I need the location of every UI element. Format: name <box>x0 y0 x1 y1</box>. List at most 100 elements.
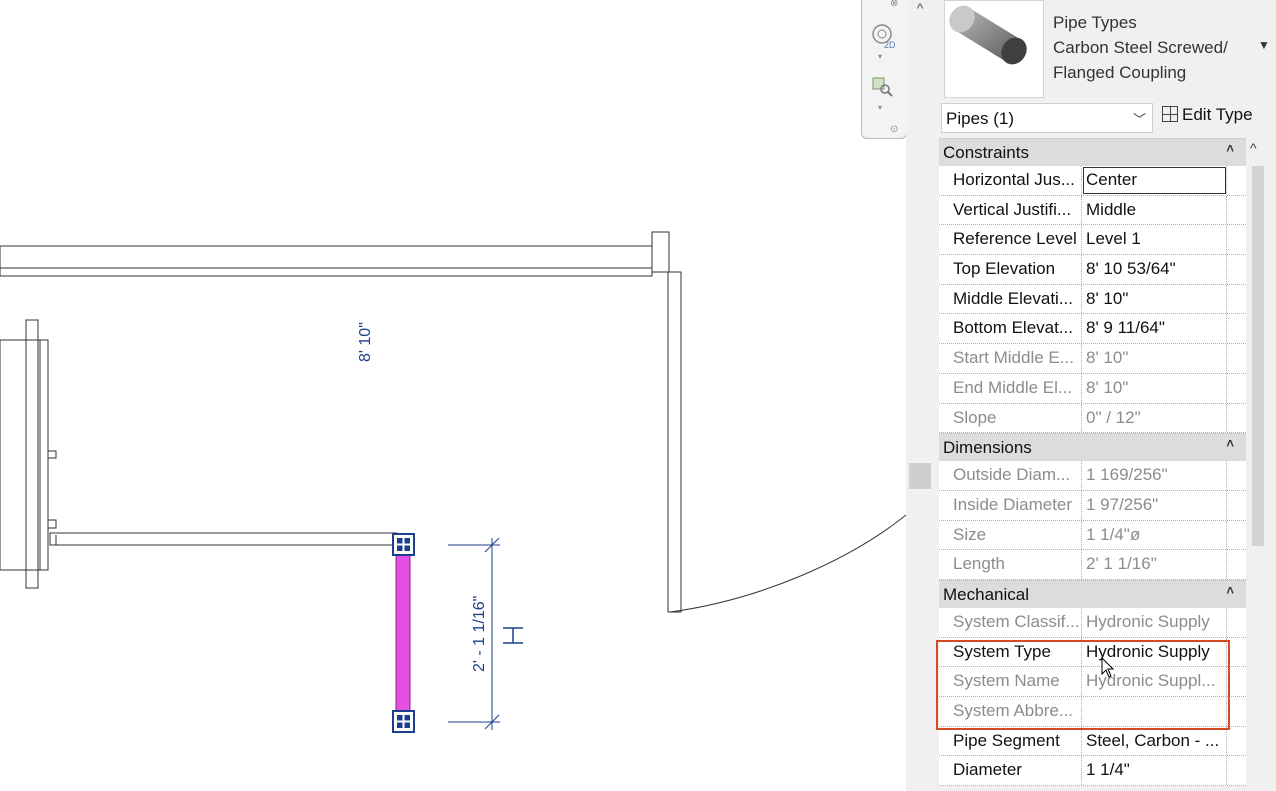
drawing-canvas[interactable]: 2' - 1 1/16" 8' 10" <box>0 0 906 791</box>
property-row[interactable]: Slope 0" / 12" <box>939 403 1246 434</box>
property-value[interactable]: Steel, Carbon - ... <box>1082 726 1227 756</box>
selected-pipe[interactable] <box>395 552 411 714</box>
property-value: 8' 10" <box>1082 373 1227 403</box>
property-name: End Middle El... <box>939 373 1082 403</box>
property-name: System Abbre... <box>939 697 1082 726</box>
property-name: Horizontal Jus... <box>939 166 1082 195</box>
property-name: Diameter <box>939 756 1082 786</box>
plan-view[interactable]: 2' - 1 1/16" 8' 10" <box>0 0 906 791</box>
pipe-type-thumbnail <box>944 0 1044 98</box>
property-value[interactable]: Level 1 <box>1082 225 1227 255</box>
property-name: System Name <box>939 667 1082 696</box>
property-name: Size <box>939 520 1082 550</box>
property-name: Slope <box>939 403 1082 433</box>
instance-filter-label: Pipes (1) <box>946 109 1015 128</box>
property-row[interactable]: Pipe Segment Steel, Carbon - ... <box>939 726 1246 757</box>
property-row[interactable]: System Abbre... <box>939 697 1246 727</box>
property-row[interactable]: Top Elevation 8' 10 53/64" <box>939 255 1246 285</box>
group-label: Mechanical <box>943 584 1029 604</box>
property-name: Start Middle E... <box>939 344 1082 373</box>
property-name: Middle Elevati... <box>939 284 1082 314</box>
group-mechanical[interactable]: Mechanical ˄ <box>939 579 1246 608</box>
property-row[interactable]: System Classif... Hydronic Supply <box>939 607 1246 638</box>
instance-filter-dropdown[interactable]: Pipes (1) ﹀ <box>941 103 1153 133</box>
panel-splitter[interactable] <box>906 0 936 791</box>
property-row[interactable]: Diameter 1 1/4" <box>939 756 1246 787</box>
dimension-text[interactable]: 2' - 1 1/16" <box>471 596 488 672</box>
property-name: Vertical Justifi... <box>939 195 1082 225</box>
svg-text:2D: 2D <box>884 40 896 50</box>
property-row[interactable]: Bottom Elevat... 8' 9 11/64" <box>939 314 1246 345</box>
equipment-connector <box>47 519 57 529</box>
property-row[interactable]: Start Middle E... 8' 10" <box>939 344 1246 374</box>
property-value: 1 97/256" <box>1082 490 1227 520</box>
collapse-icon[interactable]: ˄ <box>1226 141 1234 156</box>
chevron-down-icon: ﹀ <box>1132 112 1146 127</box>
collapse-icon[interactable]: ˄ <box>1226 436 1234 451</box>
property-row[interactable]: Reference Level Level 1 <box>939 225 1246 256</box>
zoom-region-icon[interactable] <box>870 74 896 100</box>
property-name: Reference Level <box>939 225 1082 255</box>
property-row[interactable]: Middle Elevati... 8' 10" <box>939 284 1246 315</box>
property-row[interactable]: System Type Hydronic Supply <box>939 637 1246 668</box>
chevron-down-icon[interactable]: ▾ <box>878 52 882 61</box>
property-value: Hydronic Supply <box>1082 607 1227 637</box>
property-row[interactable]: End Middle El... 8' 10" <box>939 373 1246 404</box>
property-name: Outside Diam... <box>939 461 1082 490</box>
property-row[interactable]: Inside Diameter 1 97/256" <box>939 490 1246 521</box>
chevron-up-icon[interactable]: ^ <box>1250 140 1257 156</box>
property-value[interactable]: Middle <box>1082 195 1227 225</box>
group-label: Dimensions <box>943 438 1032 458</box>
scrollbar-thumb[interactable] <box>1252 166 1264 546</box>
pipe-end-grip-top[interactable] <box>392 533 415 556</box>
group-label: Constraints <box>943 143 1029 162</box>
property-value: 1 1/4"ø <box>1082 520 1227 550</box>
group-dimensions[interactable]: Dimensions ˄ <box>939 433 1246 462</box>
property-name: Inside Diameter <box>939 490 1082 520</box>
mouse-cursor-icon <box>1101 657 1115 678</box>
property-row[interactable]: Outside Diam... 1 169/256" <box>939 461 1246 491</box>
property-name: Pipe Segment <box>939 726 1082 756</box>
property-value[interactable]: 1 1/4" <box>1082 756 1227 786</box>
property-value: 1 169/256" <box>1082 461 1227 490</box>
door-swing <box>669 514 906 613</box>
equipment-connector <box>47 450 57 459</box>
equipment-body[interactable] <box>0 339 41 571</box>
property-value[interactable]: 8' 10" <box>1082 284 1227 314</box>
type-dropdown-icon[interactable]: ▼ <box>1258 38 1270 52</box>
2d-steering-wheel-icon[interactable]: 2D <box>868 20 900 52</box>
edit-type-label: Edit Type <box>1182 105 1253 124</box>
property-row[interactable]: Horizontal Jus... Center <box>939 166 1246 196</box>
wall-line <box>0 245 653 277</box>
property-name: System Classif... <box>939 607 1082 637</box>
property-value <box>1082 697 1227 726</box>
group-constraints[interactable]: Constraints ˄ <box>939 138 1246 166</box>
equipment-frame <box>25 319 39 589</box>
properties-scrollbar[interactable]: ^ <box>1246 138 1270 791</box>
property-value[interactable]: 8' 9 11/64" <box>1082 314 1227 344</box>
navigation-bar: ⊗ 2D ▾ ▾ ⊙ <box>861 0 907 139</box>
property-name: Bottom Elevat... <box>939 314 1082 344</box>
property-value[interactable]: Center <box>1082 166 1227 195</box>
property-value: 0" / 12" <box>1082 403 1227 433</box>
property-row[interactable]: Vertical Justifi... Middle <box>939 195 1246 226</box>
type-family-label: Pipe Types <box>1053 13 1137 32</box>
property-row[interactable]: System Name Hydronic Suppl... <box>939 667 1246 697</box>
property-row[interactable]: Length 2' 1 1/16" <box>939 550 1246 580</box>
edit-type-button[interactable]: Edit Type <box>1162 105 1253 125</box>
properties-grid: Constraints ˄ Horizontal Jus... Center Ver… <box>939 138 1246 787</box>
property-row[interactable]: Size 1 1/4"ø <box>939 520 1246 551</box>
property-value: 8' 10" <box>1082 344 1227 373</box>
close-icon[interactable]: ⊗ <box>890 0 898 9</box>
type-selector[interactable]: Pipe Types Carbon Steel Screwed/ Flanged… <box>936 0 1276 98</box>
property-value[interactable]: 8' 10 53/64" <box>1082 255 1227 284</box>
horizontal-pipe[interactable] <box>49 532 398 546</box>
elevation-tag[interactable]: 8' 10" <box>357 322 374 362</box>
chevron-up-icon[interactable]: ^ <box>912 0 928 16</box>
options-icon[interactable]: ⊙ <box>890 124 898 135</box>
chevron-down-icon[interactable]: ▾ <box>878 103 882 112</box>
canvas-scrollbar-thumb[interactable] <box>909 463 931 489</box>
property-name: Top Elevation <box>939 255 1082 284</box>
collapse-icon[interactable]: ˄ <box>1226 583 1234 598</box>
pipe-end-grip-bottom[interactable] <box>392 710 415 733</box>
